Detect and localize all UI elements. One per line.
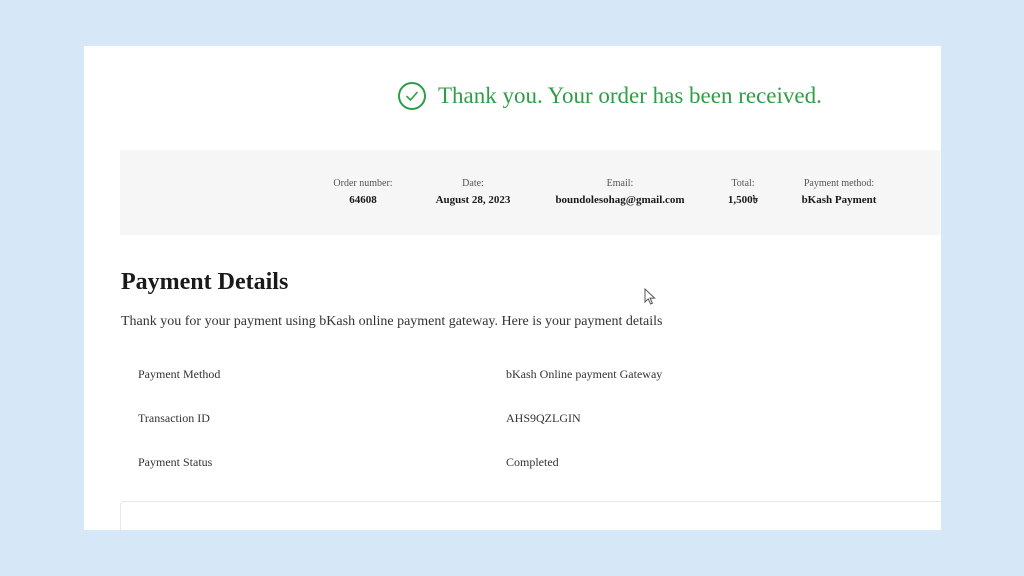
order-date-value: August 28, 2023 [435, 194, 511, 206]
payment-method-label: Payment Method [138, 367, 221, 381]
check-circle-icon [398, 82, 426, 110]
order-total-item: Total: 1,500৳ [728, 177, 758, 209]
order-date-label: Date: [462, 178, 484, 189]
order-email-value: boundolesohag@gmail.com [555, 194, 685, 206]
order-payment-method-label: Payment method: [803, 178, 875, 189]
payment-status-label: Payment Status [138, 455, 213, 469]
order-details-box [120, 501, 941, 530]
order-overview: Order number: 64608 Date: August 28, 202… [120, 150, 941, 235]
order-number-label: Order number: [333, 178, 393, 189]
transaction-id-value: AHS9QZLGIN [506, 411, 581, 425]
order-total-label: Total: [731, 178, 755, 189]
order-received-page: Thank you. Your order has been received.… [84, 46, 941, 530]
transaction-id-row: Transaction ID AHS9QZLGIN [138, 411, 838, 431]
payment-details-description: Thank you for your payment using bKash o… [121, 314, 663, 329]
order-email-item: Email: boundolesohag@gmail.com [555, 177, 684, 209]
order-number-value: 64608 [349, 194, 377, 206]
order-email-label: Email: [606, 178, 634, 189]
order-total-value: 1,500৳ [727, 194, 759, 206]
payment-status-value: Completed [506, 455, 559, 469]
mouse-cursor-icon [644, 287, 656, 310]
order-confirmation-notice: Thank you. Your order has been received. [398, 82, 822, 110]
transaction-id-label: Transaction ID [138, 411, 210, 425]
payment-method-value: bKash Online payment Gateway [506, 367, 663, 381]
order-payment-method-value: bKash Payment [801, 194, 877, 206]
payment-method-row: Payment Method bKash Online payment Gate… [138, 367, 838, 387]
order-date-item: Date: August 28, 2023 [436, 177, 511, 209]
payment-status-row: Payment Status Completed [138, 455, 838, 475]
confirmation-message: Thank you. Your order has been received. [438, 83, 822, 108]
order-number-item: Order number: 64608 [333, 177, 392, 209]
order-payment-method-item: Payment method: bKash Payment [802, 177, 877, 209]
payment-details-title: Payment Details [121, 269, 289, 295]
